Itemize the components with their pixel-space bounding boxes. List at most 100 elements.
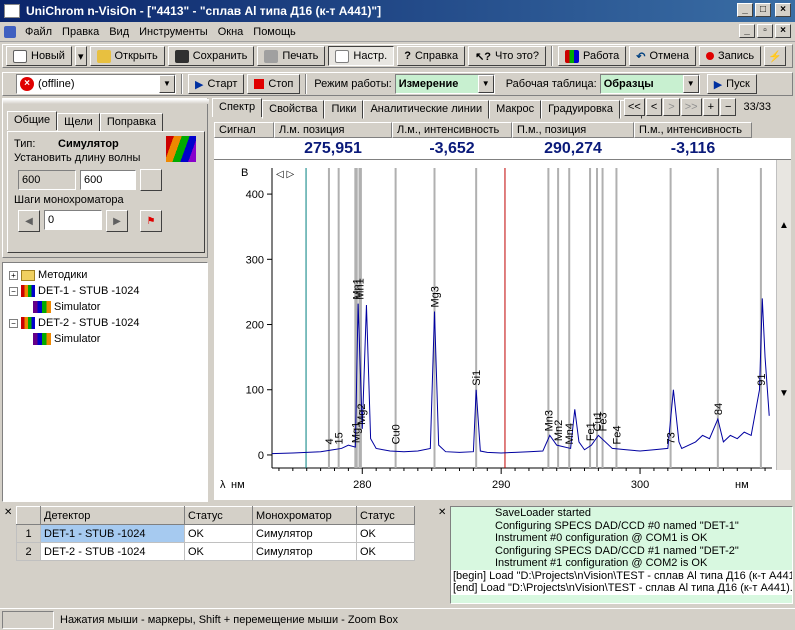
tree-item-det1[interactable]: − DET-1 - STUB -1024	[9, 285, 139, 297]
mode-select[interactable]: Измерение ▼	[394, 74, 495, 94]
mdi-restore-button[interactable]: ▫	[757, 24, 773, 38]
scroll-down-icon[interactable]: ▼	[779, 388, 789, 399]
page-counter: 33/33	[743, 101, 771, 113]
y-unit-label: В	[241, 167, 248, 179]
minimize-button[interactable]: _	[737, 3, 753, 17]
tab-peaks[interactable]: Пики	[324, 100, 364, 119]
tab-general[interactable]: Общие	[7, 111, 58, 130]
save-button[interactable]: Сохранить	[167, 46, 255, 66]
line-label: Fe3	[598, 412, 610, 431]
chart-icon	[564, 49, 579, 63]
menu-windows[interactable]: Окна	[213, 26, 249, 38]
line-label: Mn1	[355, 278, 367, 299]
tab-properties[interactable]: Свойства	[262, 100, 325, 119]
chevron-down-icon[interactable]: ▼	[682, 75, 699, 93]
close-panel-icon[interactable]: ✕	[4, 507, 12, 518]
instrument-tabs: Общие Щели Поправка	[7, 111, 164, 132]
menu-edit[interactable]: Правка	[57, 26, 104, 38]
tree-item-sim1[interactable]: Simulator	[33, 301, 100, 313]
marker-arrows-icon[interactable]: ◁ ▷	[276, 169, 294, 180]
y-tick-label: 0	[258, 450, 264, 462]
tab-macro[interactable]: Макрос	[489, 100, 542, 119]
spectrum-plot[interactable]: В λ нм нм ◁ ▷ 0100200300400280 290 300Mg1M…	[214, 160, 791, 500]
instrument-panel: Общие Щели Поправка Тип: Симулятор Устан…	[2, 98, 209, 258]
set-wavelength-button[interactable]	[140, 169, 162, 191]
new-dropdown-button[interactable]: ▾	[74, 46, 87, 66]
plot-area[interactable]: В λ нм нм ◁ ▷ 0 100 200 300 400 280 290 300 Mg1 M…	[214, 160, 791, 500]
print-button[interactable]: Печать	[257, 46, 326, 66]
mdi-close-button[interactable]: ×	[775, 24, 791, 38]
tree-item-sim2[interactable]: Simulator	[33, 333, 100, 345]
last-page-button[interactable]: >>	[680, 98, 702, 116]
menu-help[interactable]: Помощь	[248, 26, 301, 38]
tab-correction[interactable]: Поправка	[99, 113, 164, 132]
device-select[interactable]: × (offline) ▼	[16, 74, 176, 94]
lightning-button[interactable]: ⚡	[764, 46, 786, 66]
table-header: Детектор Статус Монохроматор Статус	[16, 506, 415, 525]
settings-button[interactable]: Настр.	[328, 46, 395, 66]
tab-analytic-lines[interactable]: Аналитические линии	[363, 100, 490, 119]
toolbar-separator	[305, 74, 308, 94]
steps-input[interactable]: 0	[44, 210, 102, 230]
log-view[interactable]: SaveLoader started Configuring SPECS DAD…	[450, 506, 793, 604]
first-page-button[interactable]: <<	[624, 98, 645, 116]
table-row[interactable]: 2 DET-2 - STUB -1024 OK Симулятор OK	[16, 542, 415, 561]
close-button[interactable]: ×	[775, 3, 791, 17]
scroll-up-icon[interactable]: ▲	[779, 220, 789, 231]
cell-monochromator[interactable]: Симулятор	[252, 542, 357, 561]
flag-button[interactable]: ⚑	[140, 210, 162, 232]
log-line: Instrument #0 configuration @ COM1 is OK	[495, 532, 708, 544]
step-left-button[interactable]: ◀	[18, 210, 40, 232]
table-row[interactable]: 1 DET-1 - STUB -1024 OK Симулятор OK	[16, 524, 415, 543]
cell-status2[interactable]: OK	[356, 542, 415, 561]
launch-button[interactable]: ▶ Пуск	[706, 74, 757, 94]
chevron-down-icon[interactable]: ▼	[477, 75, 494, 93]
close-panel-icon[interactable]: ✕	[438, 507, 446, 518]
cell-monochromator[interactable]: Симулятор	[252, 524, 357, 543]
remove-button[interactable]: −	[720, 98, 737, 116]
cell-status[interactable]: OK	[184, 524, 253, 543]
next-page-button[interactable]: >	[663, 98, 680, 116]
collapse-icon[interactable]: −	[9, 318, 18, 328]
marker-values: 275,951 -3,652 290,274 -3,116	[214, 138, 791, 160]
stop-button[interactable]: Стоп	[247, 74, 301, 94]
menu-tools[interactable]: Инструменты	[134, 26, 213, 38]
table-select[interactable]: Образцы ▼	[599, 74, 700, 94]
marker-header: Сигнал Л.м. позиция Л.м., интенсивность …	[214, 122, 791, 138]
cancel-button[interactable]: ↶ Отмена	[629, 46, 696, 66]
tree-item-det2[interactable]: − DET-2 - STUB -1024	[9, 317, 139, 329]
tab-slits[interactable]: Щели	[57, 113, 100, 132]
help-button[interactable]: ? Справка	[397, 46, 466, 66]
start-button[interactable]: ▶ Старт	[188, 74, 245, 94]
new-button[interactable]: Новый	[6, 46, 72, 66]
start-label: Старт	[207, 78, 238, 90]
tree-label: Simulator	[54, 333, 101, 345]
plot-scrollbar[interactable]: ▲ ▼	[776, 160, 791, 470]
cell-status[interactable]: OK	[184, 542, 253, 561]
tree-item-methods[interactable]: + Методики	[9, 269, 87, 281]
menu-file[interactable]: Файл	[20, 26, 57, 38]
cell-detector[interactable]: DET-2 - STUB -1024	[40, 542, 185, 561]
chevron-down-icon[interactable]: ▼	[159, 75, 175, 93]
menu-bar: Файл Правка Вид Инструменты Окна Помощь …	[0, 22, 795, 42]
collapse-icon[interactable]: −	[9, 286, 18, 296]
record-button[interactable]: Запись	[698, 46, 762, 66]
expand-icon[interactable]: +	[9, 270, 18, 280]
detector-icon	[21, 285, 35, 297]
open-button[interactable]: Открыть	[89, 46, 165, 66]
tab-spectrum[interactable]: Спектр	[212, 98, 263, 117]
arrow-right-icon: ▶	[113, 215, 121, 227]
menu-view[interactable]: Вид	[104, 26, 134, 38]
tab-calibration[interactable]: Градуировка	[541, 100, 620, 119]
wavelength-input[interactable]: 600	[80, 170, 136, 190]
maximize-button[interactable]: □	[755, 3, 771, 17]
x-unit-label-left: λ	[220, 479, 226, 491]
add-button[interactable]: +	[702, 98, 720, 116]
step-right-button[interactable]: ▶	[106, 210, 128, 232]
work-button[interactable]: Работа	[557, 46, 627, 66]
cell-status2[interactable]: OK	[356, 524, 415, 543]
cell-detector[interactable]: DET-1 - STUB -1024	[40, 524, 185, 543]
prev-page-button[interactable]: <	[645, 98, 663, 116]
mdi-minimize-button[interactable]: _	[739, 24, 755, 38]
whatsthis-button[interactable]: ↖? Что это?	[468, 46, 546, 66]
